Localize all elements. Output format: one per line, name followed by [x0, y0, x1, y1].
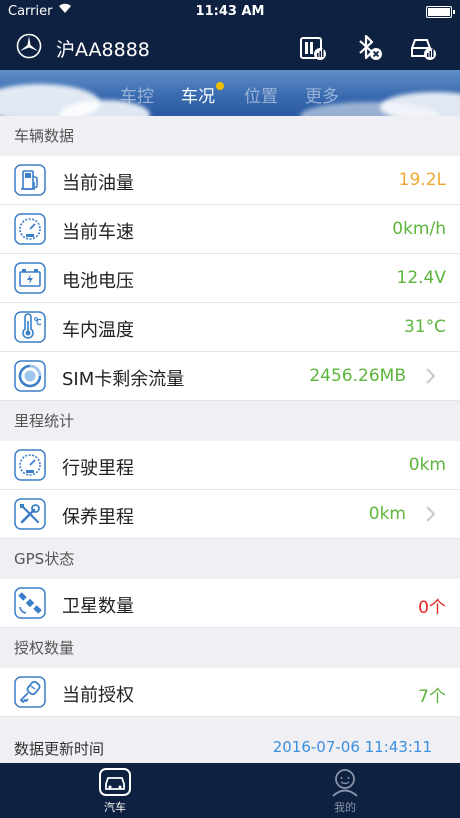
speedometer-icon [14, 213, 46, 245]
data-update-time: 数据更新时间 2016-07-06 11:43:11 [0, 731, 460, 763]
row-label: 保养里程 [62, 507, 134, 528]
license-plate: 沪AA8888 [56, 39, 150, 61]
thermometer-icon [14, 311, 46, 343]
satellite-count-value: 0个 [418, 598, 446, 618]
bluetooth-disconnected-icon[interactable] [354, 32, 384, 62]
update-time-value: 2016-07-06 11:43:11 [272, 738, 432, 756]
tab-more[interactable]: 更多 [305, 82, 339, 107]
row-temperature: 车内温度 31°C [0, 303, 460, 352]
sim-data-value: 2456.26MB [309, 366, 406, 386]
clock-label: 11:43 AM [195, 4, 265, 19]
cloud-decoration [380, 92, 460, 116]
row-label: 当前车速 [62, 222, 134, 243]
car-battery-icon [14, 262, 46, 294]
fuel-value: 19.2L [398, 170, 446, 190]
row-current-authorization: 当前授权 7个 [0, 668, 460, 717]
obd-device-icon[interactable] [298, 32, 328, 62]
row-satellite-count: 卫星数量 0个 [0, 579, 460, 628]
section-header-vehicle-data: 车辆数据 [0, 116, 460, 156]
satellite-icon [14, 587, 46, 619]
bottom-tab-bar: 汽车 我的 [0, 763, 460, 818]
row-label: 行驶里程 [62, 458, 134, 479]
section-header-mileage: 里程统计 [0, 401, 460, 441]
update-time-label: 数据更新时间 [14, 740, 105, 758]
status-bar: Carrier 11:43 AM [0, 0, 460, 24]
segment-tabs: 车控 车况 位置 更多 [0, 70, 460, 116]
driving-mileage-value: 0km [408, 455, 446, 475]
authorization-count-value: 7个 [418, 687, 446, 707]
row-label: 当前油量 [62, 173, 134, 194]
row-label: 当前授权 [62, 685, 134, 706]
sim-data-icon [14, 360, 46, 392]
tab-vehicle-control[interactable]: 车控 [120, 82, 154, 107]
car-tab-icon [99, 768, 131, 796]
odometer-icon [14, 449, 46, 481]
row-label: 卫星数量 [62, 596, 134, 617]
row-maintenance-mileage[interactable]: 保养里程 0km [0, 490, 460, 539]
row-label: 电池电压 [62, 271, 134, 292]
row-fuel: 当前油量 19.2L [0, 156, 460, 205]
row-driving-mileage: 行驶里程 0km [0, 441, 460, 490]
battery-value: 12.4V [396, 268, 446, 288]
maintenance-mileage-value: 0km [368, 504, 406, 524]
row-label: SIM卡剩余流量 [62, 369, 185, 390]
car-signal-icon[interactable] [408, 32, 438, 62]
car-brand-logo-icon [16, 33, 42, 59]
tab-car[interactable]: 汽车 [55, 767, 175, 815]
section-header-authorization: 授权数量 [0, 628, 460, 668]
chevron-right-icon [426, 506, 436, 522]
app-screen: Carrier 11:43 AM 沪AA8888 车控 车况 位置 更多 车辆数… [0, 0, 460, 818]
row-sim-data[interactable]: SIM卡剩余流量 2456.26MB [0, 352, 460, 401]
section-header-gps: GPS状态 [0, 539, 460, 579]
tab-notification-dot [216, 82, 224, 90]
wrench-screwdriver-icon [14, 498, 46, 530]
row-label: 车内温度 [62, 320, 134, 341]
tab-car-label: 汽车 [104, 801, 126, 814]
temperature-value: 31°C [403, 317, 446, 337]
tab-location[interactable]: 位置 [244, 82, 278, 107]
tab-mine[interactable]: 我的 [285, 767, 405, 815]
car-key-icon [14, 676, 46, 708]
nav-bar: 沪AA8888 [0, 24, 460, 70]
tab-vehicle-status[interactable]: 车况 [181, 82, 215, 107]
row-battery: 电池电压 12.4V [0, 254, 460, 303]
fuel-pump-icon [14, 164, 46, 196]
tab-mine-label: 我的 [334, 801, 356, 814]
chevron-right-icon [426, 368, 436, 384]
person-tab-icon [332, 769, 358, 797]
battery-icon [426, 6, 455, 18]
row-speed: 当前车速 0km/h [0, 205, 460, 254]
speed-value: 0km/h [392, 219, 446, 239]
